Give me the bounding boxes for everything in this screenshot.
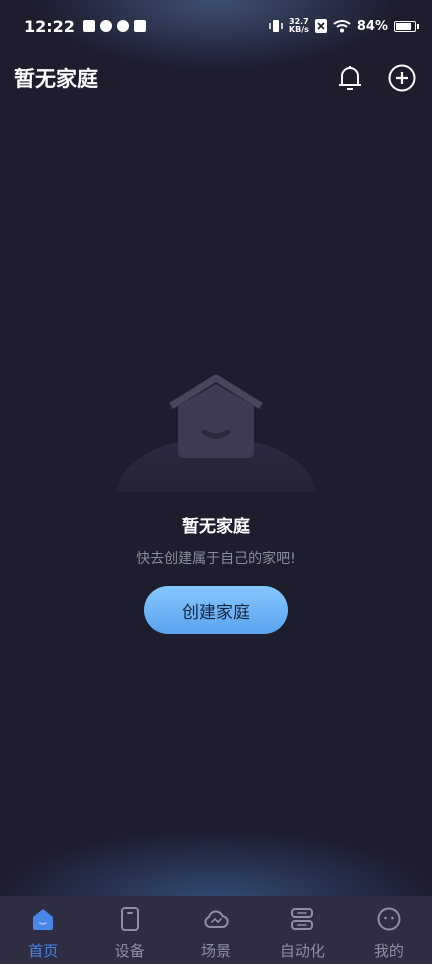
battery-percent: 84% — [356, 18, 388, 34]
bell-icon — [339, 66, 361, 90]
net-speed: 32.7 KB/s — [288, 17, 309, 34]
nav-scene[interactable]: 场景 — [173, 896, 259, 964]
tiktok-icon — [99, 20, 112, 32]
scene-icon — [204, 910, 229, 928]
empty-home-illustration — [116, 374, 316, 492]
status-time: 12:22 — [24, 16, 75, 36]
profile-icon — [377, 907, 401, 931]
notification-button[interactable] — [334, 62, 366, 94]
vibrate-icon — [269, 20, 283, 32]
wifi-icon — [333, 20, 351, 33]
add-button[interactable] — [386, 62, 418, 94]
nav-device[interactable]: 设备 — [86, 896, 172, 964]
nav-profile[interactable]: 我的 — [346, 896, 432, 964]
nav-home[interactable]: 首页 — [0, 896, 86, 964]
nav-scene-label: 场景 — [201, 942, 232, 960]
nav-automation[interactable]: 自动化 — [259, 896, 345, 964]
automation-icon — [291, 908, 314, 930]
status-right: 32.7 KB/s 84% — [269, 17, 419, 34]
app-badge-icon — [133, 20, 146, 32]
header: 暂无家庭 — [0, 52, 432, 104]
nav-home-label: 首页 — [28, 942, 59, 960]
app-notification-icon — [116, 20, 129, 32]
plus-circle-icon — [388, 64, 416, 92]
empty-state-subtitle: 快去创建属于自己的家吧! — [136, 551, 296, 567]
page-title: 暂无家庭 — [14, 67, 98, 91]
nav-profile-label: 我的 — [373, 942, 404, 960]
bottom-nav: 首页 设备 场景 自动化 我的 — [0, 896, 432, 964]
screen: 12:22 32.7 KB/s 84% 暂无家庭 暂无家庭 快去创建属于自己的家… — [0, 0, 432, 964]
no-sim-icon — [314, 19, 327, 33]
home-icon — [33, 909, 54, 930]
battery-icon — [394, 20, 419, 32]
nav-device-label: 设备 — [114, 942, 145, 960]
empty-state-title: 暂无家庭 — [182, 517, 250, 537]
device-icon — [120, 907, 139, 931]
notification-icons — [82, 20, 146, 32]
message-icon — [82, 20, 95, 32]
header-actions — [334, 62, 418, 94]
nav-automation-label: 自动化 — [279, 942, 325, 960]
status-bar: 12:22 32.7 KB/s 84% — [0, 0, 432, 52]
create-home-button[interactable]: 创建家庭 — [144, 586, 288, 634]
